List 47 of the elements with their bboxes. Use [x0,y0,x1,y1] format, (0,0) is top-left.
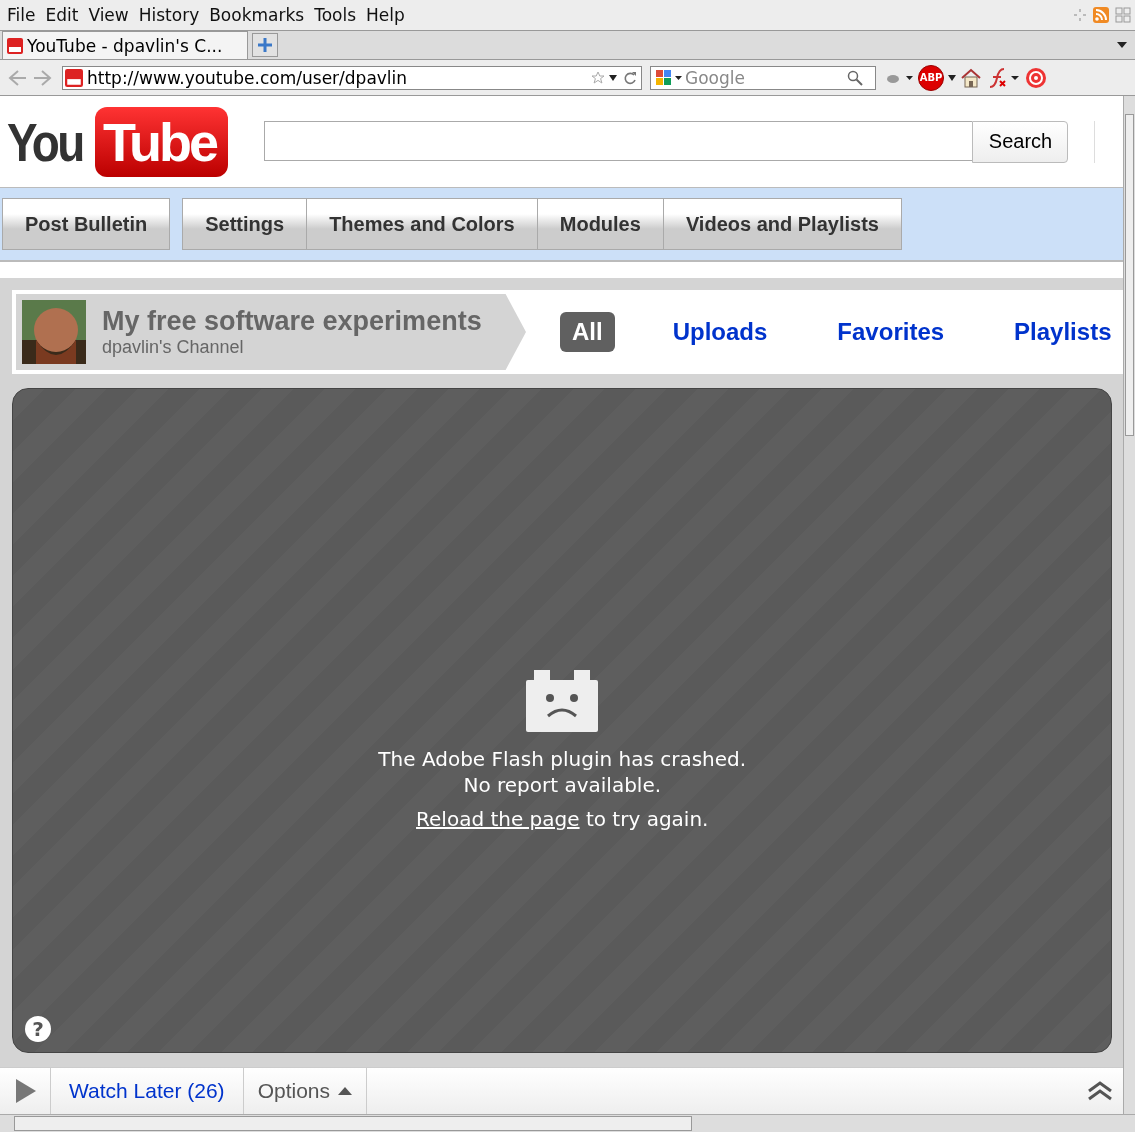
channel-subtitle: dpavlin's Channel [102,337,245,358]
sad-plugin-icon [526,669,599,732]
search-engine-icon[interactable] [655,68,683,87]
horizontal-scrollbar[interactable] [0,1114,1135,1132]
dropdown-icon[interactable] [609,74,617,81]
crash-message: The Adobe Flash plugin has crashed. [378,745,747,772]
dropdown-icon[interactable] [1117,42,1127,48]
edit-button[interactable]: Post Bulletin [2,198,171,250]
edit-button[interactable]: Modules [536,198,664,250]
play-icon[interactable] [14,1078,38,1104]
channel-tab[interactable]: Uploads [660,312,780,352]
web-search-field[interactable]: Google [650,65,876,90]
reload-link[interactable]: Reload the page [416,806,580,831]
menu-item[interactable]: Help [363,5,412,25]
site-search-field[interactable] [263,120,973,161]
menu-item[interactable]: File [4,5,43,25]
channel-tab[interactable]: Favorites [825,312,957,352]
retry-text: to try again. [584,806,709,831]
search-icon[interactable] [847,69,863,86]
url-text[interactable]: http://www.youtube.com/user/dpavlin [87,67,408,88]
vertical-scrollbar[interactable] [1123,96,1135,1114]
star-icon[interactable] [591,70,605,85]
channel-tab[interactable]: All [560,312,615,352]
menu-item[interactable]: History [135,5,207,25]
favicon-icon [65,68,83,87]
expand-icon[interactable] [1087,1080,1114,1102]
crash-message: No report available. [463,771,662,798]
help-icon[interactable]: ? [25,1016,51,1042]
menu-item[interactable]: Edit [42,5,86,25]
browser-tab[interactable]: YouTube - dpavlin's C... [2,31,248,59]
search-button[interactable]: Search [972,120,1069,163]
caret-icon [338,1087,352,1095]
channel-title: My free software experiments [102,306,482,337]
menu-item[interactable]: Tools [311,5,364,25]
new-tab-icon[interactable] [252,33,278,57]
edit-button[interactable]: Videos and Playlists [662,198,902,250]
menu-item[interactable]: View [85,5,136,25]
favicon-icon [7,37,23,54]
rss-icon[interactable] [1093,7,1109,23]
channel-tab[interactable]: Playlists [1002,312,1124,352]
spinner-icon [1073,8,1087,22]
home-icon[interactable] [960,67,982,88]
edit-button[interactable]: Settings [182,198,308,250]
edit-button[interactable]: Themes and Colors [306,198,538,250]
dropdown-icon[interactable] [948,74,956,81]
adblock-button[interactable]: ABP [918,64,944,91]
menu-item[interactable]: Bookmarks [206,5,312,25]
